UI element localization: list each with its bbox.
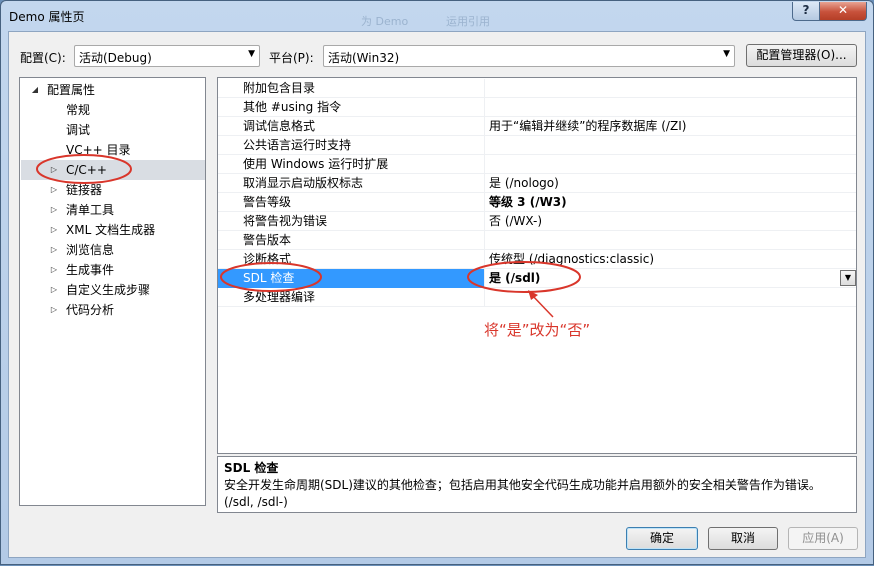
tree-item-debugging[interactable]: 调试 [21, 120, 205, 140]
property-row[interactable]: 警告版本 [218, 231, 856, 250]
tree-item-custom-build-step[interactable]: ▷ 自定义生成步骤 [21, 280, 205, 300]
property-row[interactable]: 诊断格式 传统型 (/diagnostics:classic) [218, 250, 856, 269]
property-name: SDL 检查 [218, 269, 485, 288]
property-name: 警告等级 [218, 193, 485, 212]
property-row[interactable]: 多处理器编译 [218, 288, 856, 307]
background-ghost-text: 运用引用 [446, 15, 490, 28]
tree-item-label: 配置属性 [47, 83, 96, 97]
property-pages-window: Demo 属性页 为 Demo 运用引用 ? ✕ 配置(C): 活动(Debug… [0, 0, 874, 565]
property-value: 否 (/WX-) [489, 214, 543, 228]
property-value: 是 (/nologo) [489, 176, 559, 190]
property-value: 用于“编辑并继续”的程序数据库 (/ZI) [489, 119, 687, 133]
window-title: Demo 属性页 [9, 10, 85, 24]
platform-value: 活动(Win32) [328, 51, 400, 65]
tree-item-label: 自定义生成步骤 [66, 283, 151, 297]
description-title: SDL 检查 [224, 461, 279, 475]
description-panel: SDL 检查 安全开发生命周期(SDL)建议的其他检查；包括启用其他安全代码生成… [217, 456, 857, 513]
tree-item-label: 常规 [66, 103, 91, 117]
property-name: 其他 #using 指令 [218, 98, 485, 117]
chevron-down-icon: ▼ [723, 49, 730, 59]
property-row[interactable]: 附加包含目录 [218, 79, 856, 98]
dropdown-arrow-icon[interactable]: ▼ [840, 270, 856, 286]
help-button[interactable]: ? [792, 2, 820, 21]
property-name: 多处理器编译 [218, 288, 485, 307]
expand-triangle-icon[interactable]: ▷ [48, 200, 60, 220]
config-tree: ◢ 配置属性 常规 调试 VC++ 目录 ▷ C/C++ ▷ 链接器 ▷ 清单工… [19, 77, 206, 506]
platform-combobox[interactable]: 活动(Win32) ▼ [323, 45, 735, 67]
close-button[interactable]: ✕ [819, 2, 867, 21]
tree-item-xml-doc-generator[interactable]: ▷ XML 文档生成器 [21, 220, 205, 240]
property-row[interactable]: 其他 #using 指令 [218, 98, 856, 117]
tree-item-label: XML 文档生成器 [66, 223, 156, 237]
tree-item-label: 链接器 [66, 183, 103, 197]
cancel-button[interactable]: 取消 [708, 527, 778, 550]
expand-triangle-icon[interactable]: ▷ [48, 180, 60, 200]
property-row[interactable]: 将警告视为错误 否 (/WX-) [218, 212, 856, 231]
property-value[interactable]: 是 (/sdl) [489, 269, 540, 288]
property-value: 传统型 (/diagnostics:classic) [489, 252, 654, 266]
property-name: 警告版本 [218, 231, 485, 250]
tree-item-linker[interactable]: ▷ 链接器 [21, 180, 205, 200]
tree-item-label: 调试 [66, 123, 91, 137]
ok-button[interactable]: 确定 [626, 527, 698, 550]
property-name: 将警告视为错误 [218, 212, 485, 231]
tree-item-label: VC++ 目录 [66, 143, 131, 157]
expand-triangle-icon[interactable]: ▷ [48, 280, 60, 300]
apply-button[interactable]: 应用(A) [788, 527, 858, 550]
dialog-client-area: 配置(C): 活动(Debug) ▼ 平台(P): 活动(Win32) ▼ 配置… [8, 31, 866, 558]
config-value: 活动(Debug) [79, 51, 152, 65]
tree-root-config-properties[interactable]: ◢ 配置属性 [21, 80, 205, 100]
property-grid: 附加包含目录 其他 #using 指令 调试信息格式 用于“编辑并继续”的程序数… [217, 77, 857, 454]
expand-triangle-icon[interactable]: ▷ [48, 160, 60, 180]
collapse-triangle-icon[interactable]: ◢ [29, 80, 41, 100]
property-row[interactable]: 公共语言运行时支持 [218, 136, 856, 155]
property-name: 使用 Windows 运行时扩展 [218, 155, 485, 174]
tree-item-build-events[interactable]: ▷ 生成事件 [21, 260, 205, 280]
property-row[interactable]: 取消显示启动版权标志 是 (/nologo) [218, 174, 856, 193]
property-row-sdl-check[interactable]: SDL 检查 是 (/sdl) ▼ [218, 269, 856, 288]
tree-item-manifest-tool[interactable]: ▷ 清单工具 [21, 200, 205, 220]
property-name: 附加包含目录 [218, 79, 485, 98]
tree-item-general[interactable]: 常规 [21, 100, 205, 120]
tree-item-label: 生成事件 [66, 263, 115, 277]
config-label: 配置(C): [20, 51, 66, 65]
expand-triangle-icon[interactable]: ▷ [48, 260, 60, 280]
property-value: 等级 3 (/W3) [489, 195, 567, 209]
tree-item-label: 代码分析 [66, 303, 115, 317]
background-ghost-text: 为 Demo [361, 15, 409, 28]
config-manager-button[interactable]: 配置管理器(O)... [746, 44, 857, 67]
tree-item-browse-info[interactable]: ▷ 浏览信息 [21, 240, 205, 260]
tree-item-code-analysis[interactable]: ▷ 代码分析 [21, 300, 205, 320]
expand-triangle-icon[interactable]: ▷ [48, 220, 60, 240]
property-name: 公共语言运行时支持 [218, 136, 485, 155]
description-switches: (/sdl, /sdl-) [224, 495, 288, 509]
property-name: 取消显示启动版权标志 [218, 174, 485, 193]
chevron-down-icon: ▼ [248, 49, 255, 59]
title-bar: Demo 属性页 为 Demo 运用引用 ? ✕ [1, 1, 873, 31]
platform-label: 平台(P): [269, 51, 314, 65]
property-name: 调试信息格式 [218, 117, 485, 136]
tree-item-label: 清单工具 [66, 203, 115, 217]
tree-item-label: 浏览信息 [66, 243, 115, 257]
property-row[interactable]: 警告等级 等级 3 (/W3) [218, 193, 856, 212]
config-combobox[interactable]: 活动(Debug) ▼ [74, 45, 260, 67]
property-row[interactable]: 使用 Windows 运行时扩展 [218, 155, 856, 174]
tree-item-cpp[interactable]: ▷ C/C++ [21, 160, 205, 180]
tree-item-label: C/C++ [66, 163, 107, 177]
property-row[interactable]: 调试信息格式 用于“编辑并继续”的程序数据库 (/ZI) [218, 117, 856, 136]
description-text: 安全开发生命周期(SDL)建议的其他检查；包括启用其他安全代码生成功能并启用额外… [224, 478, 821, 492]
expand-triangle-icon[interactable]: ▷ [48, 300, 60, 320]
annotation-text: 将“是”改为“否” [484, 321, 591, 339]
expand-triangle-icon[interactable]: ▷ [48, 240, 60, 260]
property-name: 诊断格式 [218, 250, 485, 269]
tree-item-vc-directories[interactable]: VC++ 目录 [21, 140, 205, 160]
